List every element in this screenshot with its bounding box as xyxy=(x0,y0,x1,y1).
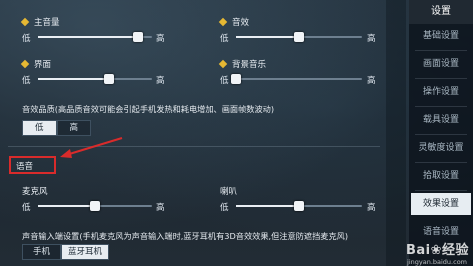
mic-high: 高 xyxy=(156,203,165,213)
settings-menu: 设置 基础设置 画面设置 操作设置 载具设置 灵敏度设置 拾取设置 效果设置 语… xyxy=(409,0,473,266)
settings-panel: 主音量 低 高 音效 低 高 界面 低 高 背景音乐 低 高 音效品质(高品质音… xyxy=(0,0,383,266)
menu-item-controls[interactable]: 操作设置 xyxy=(411,81,471,103)
ui-volume-high: 高 xyxy=(156,76,165,86)
sfx-volume-knob[interactable] xyxy=(294,32,304,42)
menu-item-basic[interactable]: 基础设置 xyxy=(411,25,471,47)
speaker-high: 高 xyxy=(367,203,376,213)
sfx-volume-track[interactable] xyxy=(236,32,362,42)
speaker-slider[interactable]: 喇叭 低 高 xyxy=(220,185,380,213)
bg-music-track[interactable] xyxy=(231,74,362,84)
diamond-icon xyxy=(20,17,30,27)
red-arrow-icon xyxy=(60,137,123,158)
master-volume-track[interactable] xyxy=(38,32,152,42)
bg-music-knob[interactable] xyxy=(231,74,241,84)
sfx-quality-selector: 低 高 xyxy=(22,120,92,136)
master-volume-slider[interactable]: 主音量 低 高 xyxy=(20,16,172,44)
voice-input-bluetooth-button[interactable]: 蓝牙耳机 xyxy=(61,244,110,260)
menu-item-vehicle[interactable]: 载具设置 xyxy=(411,109,471,131)
ui-volume-slider[interactable]: 界面 低 高 xyxy=(20,58,172,86)
speaker-knob[interactable] xyxy=(294,201,304,211)
voice-input-note: 声音输入端设置(手机麦克风为声音输入端时,蓝牙耳机有3D音效效果,但注意防遮挡麦… xyxy=(22,231,349,241)
sfx-quality-low-button[interactable]: 低 xyxy=(22,120,57,136)
sfx-volume-slider[interactable]: 音效 低 高 xyxy=(218,16,380,44)
mic-slider[interactable]: 麦克风 低 高 xyxy=(22,185,172,213)
master-volume-high: 高 xyxy=(156,34,165,44)
sfx-volume-high: 高 xyxy=(367,34,376,44)
menu-item-effects[interactable]: 效果设置 xyxy=(411,193,471,215)
master-volume-knob[interactable] xyxy=(133,32,144,42)
menu-item-graphics[interactable]: 画面设置 xyxy=(411,53,471,75)
sfx-quality-high-button[interactable]: 高 xyxy=(56,120,92,136)
diamond-icon xyxy=(20,59,30,69)
diamond-icon xyxy=(218,59,228,69)
ui-volume-knob[interactable] xyxy=(103,74,114,84)
master-volume-label: 主音量 xyxy=(34,18,60,28)
bg-music-high: 高 xyxy=(367,76,376,86)
mic-label: 麦克风 xyxy=(22,187,48,197)
bg-music-slider[interactable]: 背景音乐 低 高 xyxy=(218,58,380,86)
master-volume-low: 低 xyxy=(22,34,31,44)
sfx-volume-low: 低 xyxy=(220,34,229,44)
menu-title: 设置 xyxy=(409,0,473,24)
menu-item-sensitivity[interactable]: 灵敏度设置 xyxy=(411,137,471,159)
mic-knob[interactable] xyxy=(90,201,100,211)
speaker-track[interactable] xyxy=(236,201,362,211)
speaker-low: 低 xyxy=(220,203,229,213)
sfx-volume-label: 音效 xyxy=(232,18,250,28)
diamond-icon xyxy=(218,17,228,27)
ui-volume-label: 界面 xyxy=(34,60,52,70)
ui-volume-low: 低 xyxy=(22,76,31,86)
scroll-gutter xyxy=(386,0,406,266)
bg-music-label: 背景音乐 xyxy=(232,60,267,70)
voice-section-label: 语音 xyxy=(16,162,34,172)
voice-input-selector: 手机 蓝牙耳机 xyxy=(22,244,110,260)
mic-track[interactable] xyxy=(38,201,152,211)
sfx-quality-note: 音效品质(高品质音效可能会引起手机发热和耗电增加、画面帧数波动) xyxy=(22,104,275,114)
watermark-logo: Bai❀经验 xyxy=(405,243,469,258)
mic-low: 低 xyxy=(22,203,31,213)
bg-music-low: 低 xyxy=(220,76,229,86)
speaker-label: 喇叭 xyxy=(220,187,238,197)
watermark-url: jingyan.baidu.com xyxy=(407,258,467,266)
ui-volume-track[interactable] xyxy=(38,74,152,84)
voice-input-phone-button[interactable]: 手机 xyxy=(22,244,62,260)
menu-item-pickup[interactable]: 拾取设置 xyxy=(411,165,471,187)
